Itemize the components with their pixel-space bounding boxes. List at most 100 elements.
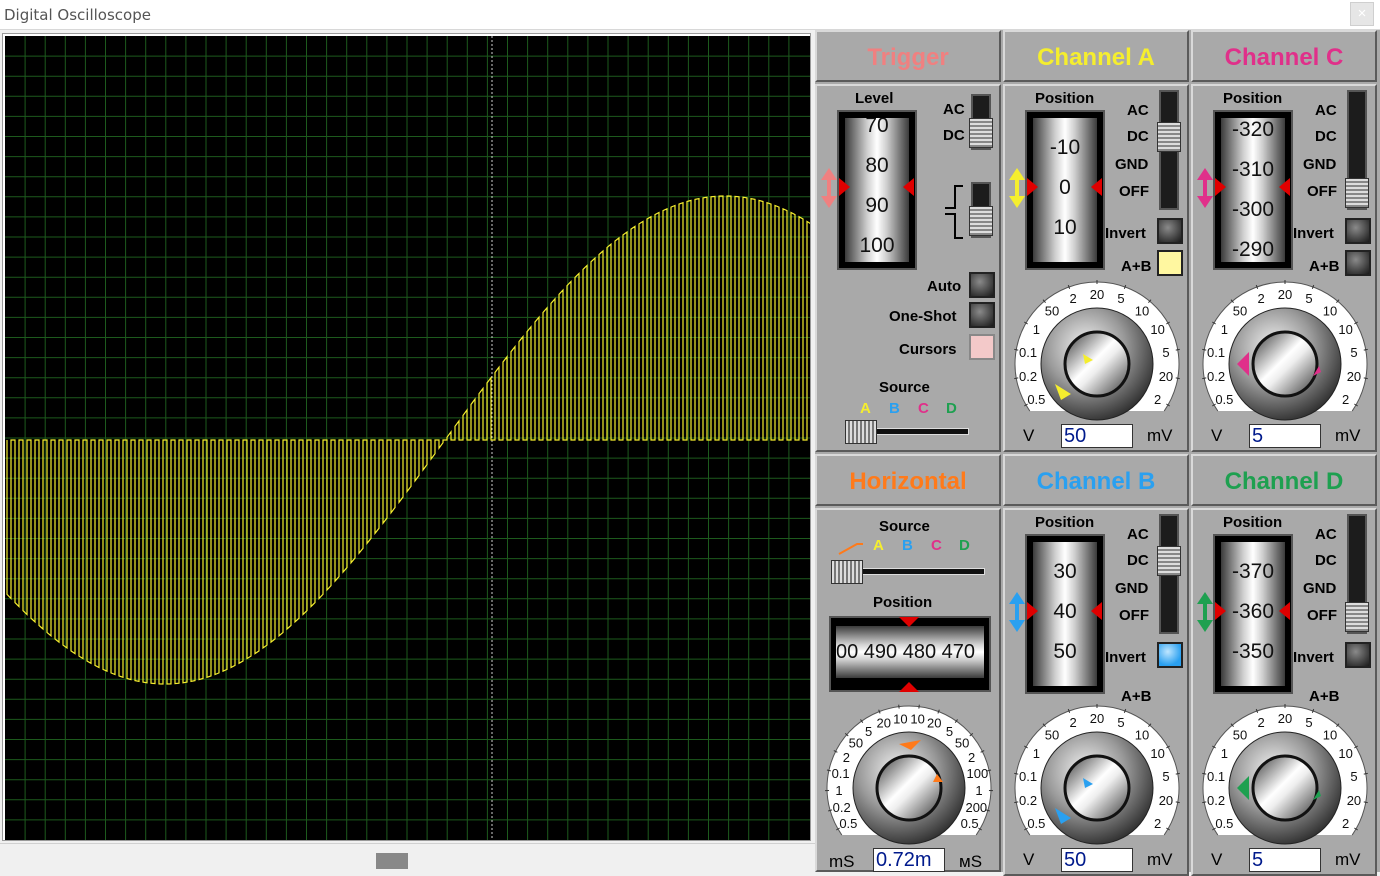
trigger-coupling-switch[interactable] <box>971 94 991 150</box>
channel-b-unit-right: mV <box>1147 850 1173 870</box>
channel-c-coupling-off-label: OFF <box>1307 183 1337 200</box>
dial-scale-label: 2 <box>1342 392 1349 407</box>
trigger-source-slider[interactable] <box>845 420 969 444</box>
channel-c-marker-right-icon <box>1279 178 1290 196</box>
channel-b-coupling-switch[interactable] <box>1159 514 1179 634</box>
channel-b-header: Channel B <box>1003 454 1189 506</box>
auto-button[interactable] <box>969 272 995 298</box>
dial-scale-label: 0.2 <box>1207 793 1225 808</box>
channel-a-coupling-ac-label: AC <box>1127 102 1149 119</box>
time-base-value[interactable]: 0.72m <box>873 848 945 872</box>
close-button[interactable]: × <box>1350 2 1374 26</box>
channel-b-unit-left: V <box>1023 850 1034 870</box>
scale-mark: 70 <box>845 118 909 138</box>
channel-d-volts-div-value[interactable]: 5 <box>1249 848 1321 872</box>
channel-d-position-label: Position <box>1223 514 1282 531</box>
horizontal-source-slider[interactable] <box>831 560 985 584</box>
trigger-level-label: Level <box>855 90 893 107</box>
dial-scale-label: 50 <box>1045 303 1059 318</box>
dial-scale-label: 200 <box>965 800 987 815</box>
source-c-letter: C <box>918 400 929 417</box>
dial-scale-label: 5 <box>1305 291 1312 306</box>
channel-b-volts-div-dial[interactable]: 0.50.20.1150220510105202 <box>1007 696 1189 856</box>
channel-d-invert-button[interactable] <box>1345 642 1371 668</box>
channel-a-header: Channel A <box>1003 30 1189 82</box>
scrollbar-thumb[interactable] <box>376 853 408 869</box>
channel-b-position-label: Position <box>1035 514 1094 531</box>
channel-a-volts-div-dial[interactable]: 0.50.20.1150220510105202 <box>1007 272 1189 432</box>
dial-scale-label: 50 <box>1233 303 1247 318</box>
scale-mark: 50 <box>1033 640 1097 664</box>
dial-scale-label: 2 <box>1154 816 1161 831</box>
channel-a-position-arrow-icon <box>1007 166 1027 210</box>
cursors-button[interactable] <box>969 334 995 360</box>
one-shot-label: One-Shot <box>889 308 957 325</box>
dial-scale-label: 10 <box>1150 746 1164 761</box>
channel-a-invert-button[interactable] <box>1157 218 1183 244</box>
dial-scale-label: 0.5 <box>1215 392 1233 407</box>
horizontal-position-label: Position <box>873 594 932 611</box>
source-b-letter: B <box>889 400 900 417</box>
channel-c-invert-button[interactable] <box>1345 218 1371 244</box>
coupling-ac-label: AC <box>943 101 965 118</box>
cursors-label: Cursors <box>899 341 957 358</box>
dial-tick <box>1202 802 1206 803</box>
dial-scale-label: 0.5 <box>1027 392 1045 407</box>
screen-grid <box>5 36 810 840</box>
dial-scale-label: 20 <box>1090 287 1104 302</box>
dial-scale-label: 1 <box>1221 746 1228 761</box>
dial-scale-label: 20 <box>1347 369 1361 384</box>
dial-scale-label: 5 <box>1350 769 1357 784</box>
channel-a-coupling-gnd-label: GND <box>1115 156 1148 173</box>
coupling-dc-label: DC <box>943 127 965 144</box>
channel-a-volts-div-value[interactable]: 50 <box>1061 424 1133 448</box>
dial-scale-label: 5 <box>1162 769 1169 784</box>
dial-scale-label: 0.2 <box>1019 369 1037 384</box>
dial-scale-label: 10 <box>1135 727 1149 742</box>
dial-scale-label: 1 <box>1033 322 1040 337</box>
dial-tick <box>1364 802 1368 803</box>
scale-mark: 30 <box>1033 560 1097 584</box>
dial-scale-label: 50 <box>849 735 863 750</box>
dial-scale-label: 1 <box>835 783 842 798</box>
channel-b-marker-right-icon <box>1091 602 1102 620</box>
dial-tick <box>1176 349 1180 350</box>
channel-a-coupling-switch[interactable] <box>1159 90 1179 210</box>
ramp-icon <box>837 540 863 556</box>
channel-d-volts-div-dial[interactable]: 0.50.20.1150220510105202 <box>1195 696 1377 856</box>
dial-tick <box>1364 349 1368 350</box>
channel-d-coupling-dc-label: DC <box>1315 552 1337 569</box>
channel-c-unit-left: V <box>1211 426 1222 446</box>
channel-c-volts-div-value[interactable]: 5 <box>1249 424 1321 448</box>
channel-b-volts-div-value[interactable]: 50 <box>1061 848 1133 872</box>
dial-tick <box>1014 773 1018 774</box>
scale-mark: -290 <box>1221 238 1285 262</box>
scale-mark: -300 <box>1221 198 1285 222</box>
oscilloscope-screen <box>2 33 811 841</box>
channel-c-header: Channel C <box>1191 30 1377 82</box>
waveform-display <box>5 36 810 840</box>
channel-c-volts-div-dial[interactable]: 0.50.20.1150220510105202 <box>1195 272 1377 432</box>
one-shot-button[interactable] <box>969 302 995 328</box>
level-marker-right-icon <box>903 178 914 196</box>
dial-scale-label: 10 <box>1150 322 1164 337</box>
scale-mark: -10 <box>1033 136 1097 160</box>
horizontal-header: Horizontal <box>815 454 1001 506</box>
channel-a-invert-label: Invert <box>1105 225 1146 242</box>
edge-polarity-icon <box>943 184 965 240</box>
source-a-letter: A <box>860 400 871 417</box>
channel-c-coupling-switch[interactable] <box>1347 90 1367 210</box>
dial-scale-label: 5 <box>1350 345 1357 360</box>
channel-b-marker-left-icon <box>1027 602 1038 620</box>
channel-c-unit-right: mV <box>1335 426 1361 446</box>
horizontal-position-drum[interactable]: 00 490 480 470 <box>829 616 991 692</box>
channel-b-invert-button[interactable] <box>1157 642 1183 668</box>
channel-b-invert-label: Invert <box>1105 649 1146 666</box>
channel-d-coupling-switch[interactable] <box>1347 514 1367 634</box>
channel-d-unit-right: mV <box>1335 850 1361 870</box>
dial-scale-label: 1 <box>1221 322 1228 337</box>
dial-scale-label: 0.5 <box>1215 816 1233 831</box>
horizontal-scrollbar[interactable] <box>0 843 815 872</box>
trigger-edge-switch[interactable] <box>971 182 991 238</box>
dial-scale-label: 20 <box>1347 793 1361 808</box>
